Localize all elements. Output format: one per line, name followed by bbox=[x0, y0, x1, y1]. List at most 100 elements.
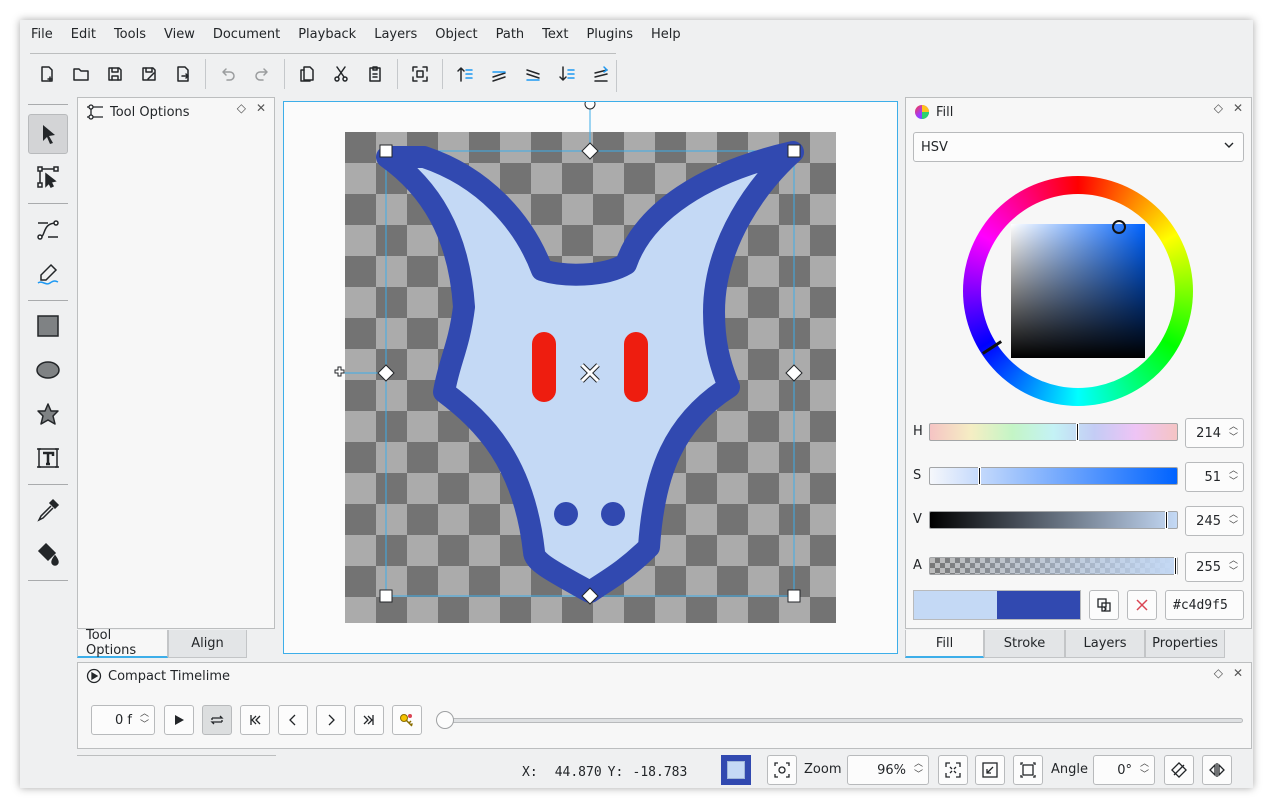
menu-text[interactable]: Text bbox=[533, 21, 577, 49]
move-to-layer-icon[interactable] bbox=[586, 59, 616, 89]
play-button[interactable] bbox=[164, 705, 194, 735]
hue-spinbox[interactable]: 214 ︿ ﹀ bbox=[1185, 418, 1244, 448]
frame-spinbox[interactable]: 0 f ︿ ﹀ bbox=[91, 705, 155, 735]
close-panel-icon[interactable]: ✕ bbox=[256, 101, 266, 115]
tab-stroke[interactable]: Stroke bbox=[984, 630, 1065, 658]
clear-color-button[interactable] bbox=[1127, 590, 1157, 620]
rectangle-tool-icon[interactable] bbox=[28, 306, 68, 346]
zoom-document-button[interactable] bbox=[1013, 755, 1043, 785]
right-nostril-shape[interactable] bbox=[601, 502, 625, 526]
hex-color-input[interactable]: #c4d9f5 bbox=[1165, 590, 1244, 620]
float-panel-icon[interactable]: ◇ bbox=[1214, 666, 1223, 680]
tab-align[interactable]: Align bbox=[168, 630, 247, 658]
canvas-area[interactable] bbox=[283, 98, 898, 654]
spin-arrows-icon[interactable]: ︿ ﹀ bbox=[1229, 556, 1238, 578]
ellipse-tool-icon[interactable] bbox=[28, 350, 68, 390]
menu-help[interactable]: Help bbox=[642, 21, 690, 49]
transform-origin-icon[interactable] bbox=[334, 366, 345, 377]
value-slider[interactable] bbox=[929, 511, 1178, 529]
export-icon[interactable] bbox=[168, 59, 198, 89]
spin-arrows-icon[interactable]: ︿ ﹀ bbox=[1229, 422, 1238, 444]
rotate-handle[interactable] bbox=[584, 98, 596, 110]
open-icon[interactable] bbox=[66, 59, 96, 89]
menu-path[interactable]: Path bbox=[487, 21, 534, 49]
previous-frame-button[interactable] bbox=[278, 705, 308, 735]
save-as-icon[interactable] bbox=[134, 59, 164, 89]
cut-icon[interactable] bbox=[326, 59, 356, 89]
copy-icon[interactable] bbox=[292, 59, 322, 89]
saturation-value-square[interactable] bbox=[1011, 224, 1145, 358]
menu-file[interactable]: File bbox=[22, 21, 62, 49]
value-slider-handle[interactable] bbox=[1165, 511, 1168, 529]
new-document-icon[interactable] bbox=[32, 59, 62, 89]
record-keyframe-button[interactable] bbox=[392, 705, 422, 735]
first-frame-button[interactable] bbox=[240, 705, 270, 735]
value-spinbox[interactable]: 245 ︿ ﹀ bbox=[1185, 506, 1244, 536]
select-tool-icon[interactable] bbox=[28, 114, 68, 154]
next-frame-button[interactable] bbox=[316, 705, 346, 735]
hue-slider-handle[interactable] bbox=[1076, 423, 1079, 441]
menu-layers[interactable]: Layers bbox=[365, 21, 426, 49]
spin-arrows-icon[interactable]: ︿ ﹀ bbox=[140, 709, 149, 731]
alpha-slider[interactable] bbox=[929, 557, 1178, 575]
lower-to-bottom-icon[interactable] bbox=[552, 59, 582, 89]
text-tool-icon[interactable] bbox=[28, 438, 68, 478]
loop-button[interactable] bbox=[202, 705, 232, 735]
float-panel-icon[interactable]: ◇ bbox=[1214, 101, 1223, 115]
resize-handle-bottom-left[interactable] bbox=[379, 589, 393, 603]
saturation-spinbox[interactable]: 51 ︿ ﹀ bbox=[1185, 462, 1244, 492]
spin-arrows-icon[interactable]: ︿ ﹀ bbox=[1229, 466, 1238, 488]
group-icon[interactable] bbox=[405, 59, 435, 89]
spin-arrows-icon[interactable]: ︿ ﹀ bbox=[1229, 510, 1238, 532]
current-style-swatch[interactable] bbox=[721, 755, 751, 785]
alpha-spinbox[interactable]: 255 ︿ ﹀ bbox=[1185, 552, 1244, 582]
lower-icon[interactable] bbox=[518, 59, 548, 89]
canvas[interactable] bbox=[284, 98, 897, 653]
menu-view[interactable]: View bbox=[155, 21, 204, 49]
color-mode-select[interactable]: HSV bbox=[913, 132, 1244, 162]
close-panel-icon[interactable]: ✕ bbox=[1233, 101, 1243, 115]
tab-tool-options[interactable]: Tool Options bbox=[77, 628, 168, 658]
saturation-slider-handle[interactable] bbox=[978, 467, 981, 485]
paste-icon[interactable] bbox=[360, 59, 390, 89]
hue-slider[interactable] bbox=[929, 423, 1178, 441]
menu-playback[interactable]: Playback bbox=[289, 21, 365, 49]
redo-icon[interactable] bbox=[247, 59, 277, 89]
right-eye-shape[interactable] bbox=[624, 332, 648, 402]
swap-colors-button[interactable] bbox=[1089, 590, 1119, 620]
menu-edit[interactable]: Edit bbox=[62, 21, 105, 49]
resize-handle-top-left[interactable] bbox=[379, 144, 393, 158]
sv-picker-handle[interactable] bbox=[1112, 220, 1126, 234]
resize-handle-bottom-right[interactable] bbox=[787, 589, 801, 603]
tab-properties[interactable]: Properties bbox=[1145, 630, 1225, 658]
zoom-spinbox[interactable]: 96% ︿ ﹀ bbox=[847, 755, 929, 785]
flip-view-button[interactable] bbox=[1202, 755, 1232, 785]
last-frame-button[interactable] bbox=[354, 705, 384, 735]
left-nostril-shape[interactable] bbox=[554, 502, 578, 526]
timeline-slider-track[interactable] bbox=[438, 718, 1243, 723]
save-icon[interactable] bbox=[100, 59, 130, 89]
menu-object[interactable]: Object bbox=[426, 21, 486, 49]
zoom-fit-button[interactable] bbox=[938, 755, 968, 785]
fill-tool-icon[interactable] bbox=[28, 534, 68, 574]
bezier-tool-icon[interactable] bbox=[28, 210, 68, 250]
angle-spinbox[interactable]: 0° ︿ ﹀ bbox=[1093, 755, 1155, 785]
alpha-slider-handle[interactable] bbox=[1174, 557, 1177, 575]
menu-plugins[interactable]: Plugins bbox=[577, 21, 642, 49]
tab-layers[interactable]: Layers bbox=[1065, 630, 1145, 658]
tab-fill[interactable]: Fill bbox=[905, 630, 984, 658]
color-picker-tool-icon[interactable] bbox=[28, 490, 68, 530]
close-panel-icon[interactable]: ✕ bbox=[1233, 666, 1243, 680]
draw-freehand-tool-icon[interactable] bbox=[28, 254, 68, 294]
spin-arrows-icon[interactable]: ︿ ﹀ bbox=[914, 759, 923, 781]
raise-icon[interactable] bbox=[484, 59, 514, 89]
zoom-page-button[interactable] bbox=[975, 755, 1005, 785]
saturation-slider[interactable] bbox=[929, 467, 1178, 485]
menu-tools[interactable]: Tools bbox=[105, 21, 155, 49]
reset-rotation-button[interactable] bbox=[1164, 755, 1194, 785]
hue-ring[interactable] bbox=[963, 176, 1193, 406]
undo-icon[interactable] bbox=[213, 59, 243, 89]
resize-handle-top-right[interactable] bbox=[787, 144, 801, 158]
menu-document[interactable]: Document bbox=[204, 21, 289, 49]
spin-arrows-icon[interactable]: ︿ ﹀ bbox=[1140, 759, 1149, 781]
